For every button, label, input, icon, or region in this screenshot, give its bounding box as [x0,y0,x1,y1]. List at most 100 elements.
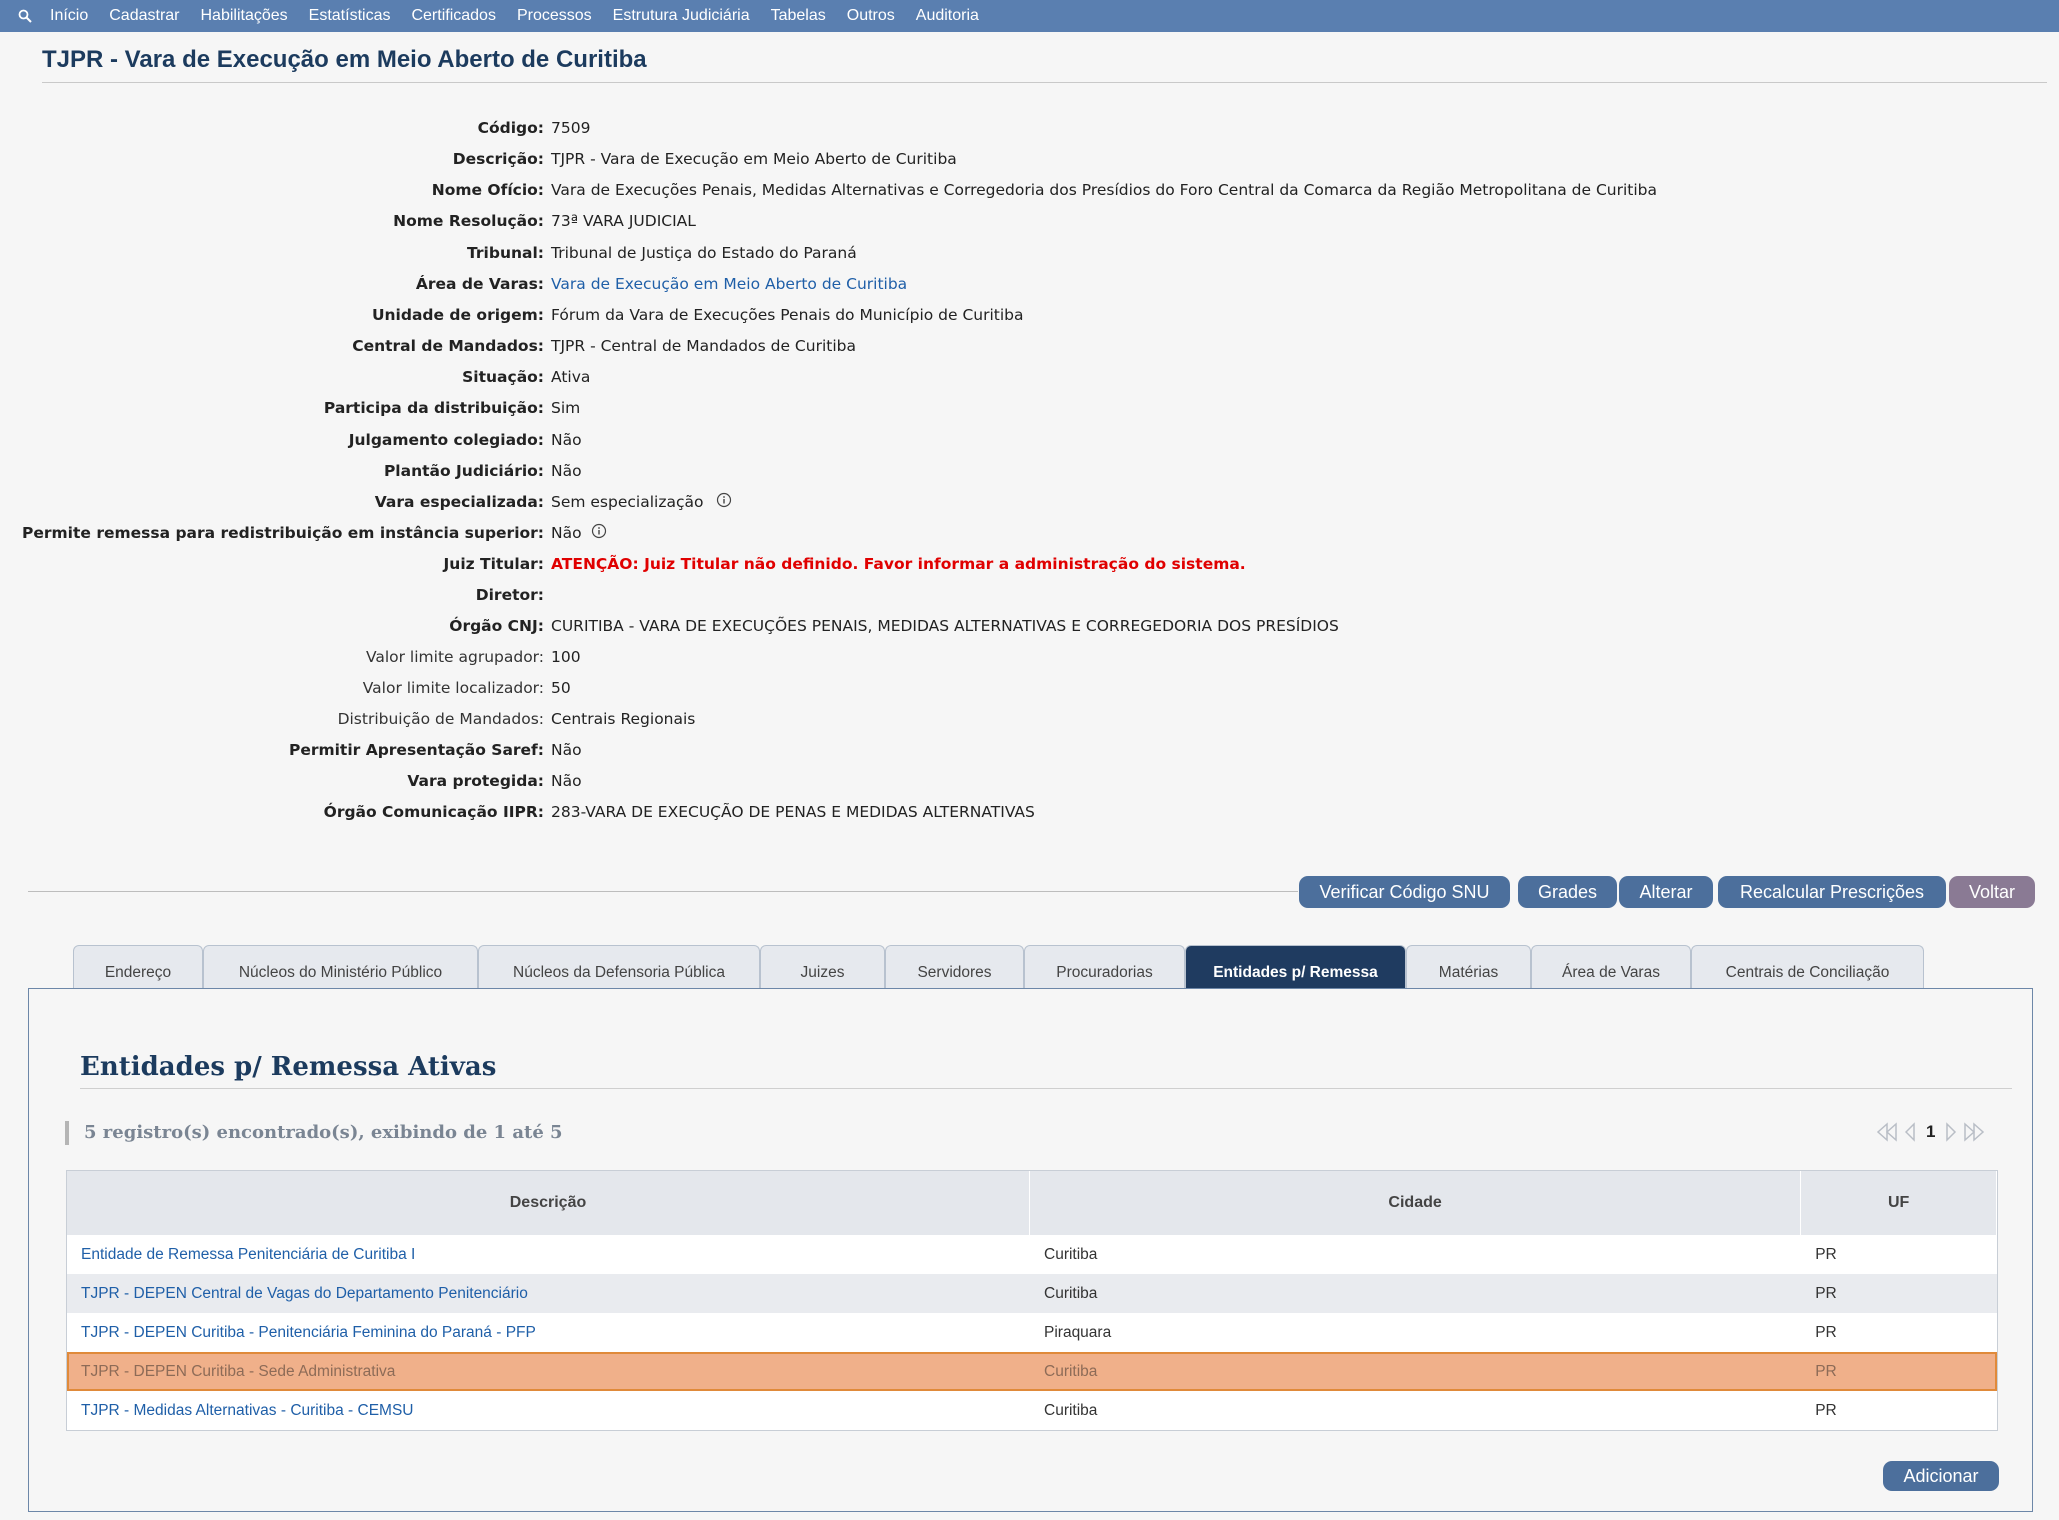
table-row[interactable]: TJPR - DEPEN Curitiba - Penitenciária Fe… [67,1313,1997,1352]
detail-label: Participa da distribuição: [323,399,544,417]
alert-message: ATENÇÃO: Juiz Titular não definido. Favo… [551,555,1246,573]
info-icon[interactable] [716,491,732,515]
menu-estatisticas[interactable]: Estatísticas [309,7,391,25]
menu-cadastrar[interactable]: Cadastrar [109,7,179,25]
tab-juizes[interactable]: Juizes [760,945,885,988]
detail-value: 50 [551,679,571,697]
detail-value: Vara de Execuções Penais, Medidas Altern… [551,181,1658,199]
detail-label: Permite remessa para redistribuição em i… [22,524,544,542]
detail-label: Órgão Comunicação IIPR: [323,803,544,821]
count-marker [65,1121,69,1145]
tab-procuradorias[interactable]: Procuradorias [1024,945,1185,988]
current-page: 1 [1926,1122,1936,1141]
detail-label: Juiz Titular: [443,555,544,573]
detail-row-area-de-varas: Área de Varas: Vara de Execução em Meio … [0,272,2059,296]
table-row[interactable]: TJPR - DEPEN Central de Vagas do Departa… [67,1274,1997,1313]
area-de-varas-link[interactable]: Vara de Execução em Meio Aberto de Curit… [551,272,907,296]
detail-label: Permitir Apresentação Saref: [288,741,544,759]
menu-processos[interactable]: Processos [517,7,592,25]
detail-label: Diretor: [475,586,544,604]
row-descricao-link[interactable]: TJPR - DEPEN Curitiba - Penitenciária Fe… [67,1324,1030,1342]
row-cidade: Curitiba [1044,1401,1098,1419]
first-page-icon[interactable] [1876,1122,1898,1142]
tab-centrais-conciliacao[interactable]: Centrais de Conciliação [1691,945,1924,988]
detail-row-nome-resolucao: Nome Resolução: 73ª VARA JUDICIAL [0,209,2059,233]
row-uf: PR [1815,1362,1837,1380]
detail-label: Unidade de origem: [371,306,544,324]
search-icon[interactable] [14,5,36,27]
table-row[interactable]: Entidade de Remessa Penitenciária de Cur… [67,1235,1997,1274]
tab-nucleos-ministerio-publico[interactable]: Núcleos do Ministério Público [203,945,478,988]
tab-materias[interactable]: Matérias [1406,945,1531,988]
row-uf: PR [1815,1401,1837,1419]
table-row-selected[interactable]: TJPR - DEPEN Curitiba - Sede Administrat… [67,1352,1997,1391]
alterar-button[interactable]: Alterar [1619,876,1713,908]
row-uf: PR [1815,1323,1837,1341]
recalcular-prescricoes-button[interactable]: Recalcular Prescrições [1718,876,1946,908]
detail-label: Nome Resolução: [393,212,544,230]
verificar-codigo-snu-button[interactable]: Verificar Código SNU [1299,876,1510,908]
last-page-icon[interactable] [1963,1122,1985,1142]
detail-row-nome-oficio: Nome Ofício: Vara de Execuções Penais, M… [0,178,2059,202]
detail-label: Valor limite localizador: [362,679,544,697]
menu-estrutura-judiciaria[interactable]: Estrutura Judiciária [613,7,750,25]
menu-tabelas[interactable]: Tabelas [771,7,826,25]
detail-row-diretor: Diretor: [0,583,2059,607]
menu-certificados[interactable]: Certificados [411,7,495,25]
row-descricao-link[interactable]: Entidade de Remessa Penitenciária de Cur… [67,1246,1030,1264]
grades-button[interactable]: Grades [1518,876,1617,908]
tab-bar: Endereço Núcleos do Ministério Público N… [73,945,1924,988]
row-descricao-link[interactable]: TJPR - DEPEN Central de Vagas do Departa… [67,1285,1030,1303]
detail-value: 283-VARA DE EXECUÇÃO DE PENAS E MEDIDAS … [551,803,1035,821]
menu-outros[interactable]: Outros [847,7,895,25]
detail-label: Valor limite agrupador: [365,648,544,666]
detail-value: 100 [551,648,581,666]
detail-value: Não [551,524,582,542]
tab-nucleos-defensoria-publica[interactable]: Núcleos da Defensoria Pública [478,945,760,988]
tab-endereco[interactable]: Endereço [73,945,203,988]
detail-row-permite-remessa: Permite remessa para redistribuição em i… [0,521,2059,545]
detail-row-vara-especializada: Vara especializada: Sem especialização [0,490,2059,514]
detail-value: 73ª VARA JUDICIAL [551,212,696,230]
previous-page-icon[interactable] [1904,1122,1916,1142]
panel-divider [80,1088,2012,1089]
column-header-cidade[interactable]: Cidade [1030,1171,1802,1235]
next-page-icon[interactable] [1945,1122,1957,1142]
adicionar-button[interactable]: Adicionar [1883,1461,1999,1491]
tab-area-de-varas[interactable]: Área de Varas [1531,945,1691,988]
tab-servidores[interactable]: Servidores [885,945,1024,988]
detail-label: Vara protegida: [407,772,544,790]
page-title: TJPR - Vara de Execução em Meio Aberto d… [42,46,647,73]
menu-inicio[interactable]: Início [50,7,88,25]
info-icon[interactable] [591,522,607,546]
detail-value: Sem especialização [551,493,704,511]
table-row[interactable]: TJPR - Medidas Alternativas - Curitiba -… [67,1391,1997,1430]
detail-row-orgao-cnj: Órgão CNJ: CURITIBA - VARA DE EXECUÇÕES … [0,614,2059,638]
top-menu-bar: Início Cadastrar Habilitações Estatístic… [0,0,2059,32]
pagination: 1 [1876,1119,1985,1145]
column-header-uf[interactable]: UF [1801,1171,1997,1235]
column-header-descricao[interactable]: Descrição [67,1171,1030,1235]
row-descricao-link[interactable]: TJPR - Medidas Alternativas - Curitiba -… [67,1402,1030,1420]
detail-label: Vara especializada: [374,493,544,511]
detail-value: TJPR - Vara de Execução em Meio Aberto d… [551,150,957,168]
detail-row-vara-protegida: Vara protegida: Não [0,769,2059,793]
action-divider [28,891,1298,892]
menu-habilitacoes[interactable]: Habilitações [201,7,288,25]
row-descricao-link[interactable]: TJPR - DEPEN Curitiba - Sede Administrat… [67,1363,1030,1381]
detail-value: Não [551,431,582,449]
detail-value: TJPR - Central de Mandados de Curitiba [551,337,856,355]
detail-row-julgamento-colegiado: Julgamento colegiado: Não [0,428,2059,452]
detail-row-limite-localizador: Valor limite localizador: 50 [0,676,2059,700]
detail-row-distribuicao-mandados: Distribuição de Mandados: Centrais Regio… [0,707,2059,731]
title-divider [42,82,2047,83]
voltar-button[interactable]: Voltar [1949,876,2035,908]
menu-auditoria[interactable]: Auditoria [916,7,979,25]
table-header: Descrição Cidade UF [67,1171,1997,1235]
detail-value: Não [551,462,582,480]
tab-entidades-remessa[interactable]: Entidades p/ Remessa [1185,945,1406,988]
detail-row-participa-distribuicao: Participa da distribuição: Sim [0,396,2059,420]
row-uf: PR [1815,1245,1837,1263]
detail-label: Tribunal: [467,244,544,262]
row-cidade: Curitiba [1044,1284,1098,1302]
